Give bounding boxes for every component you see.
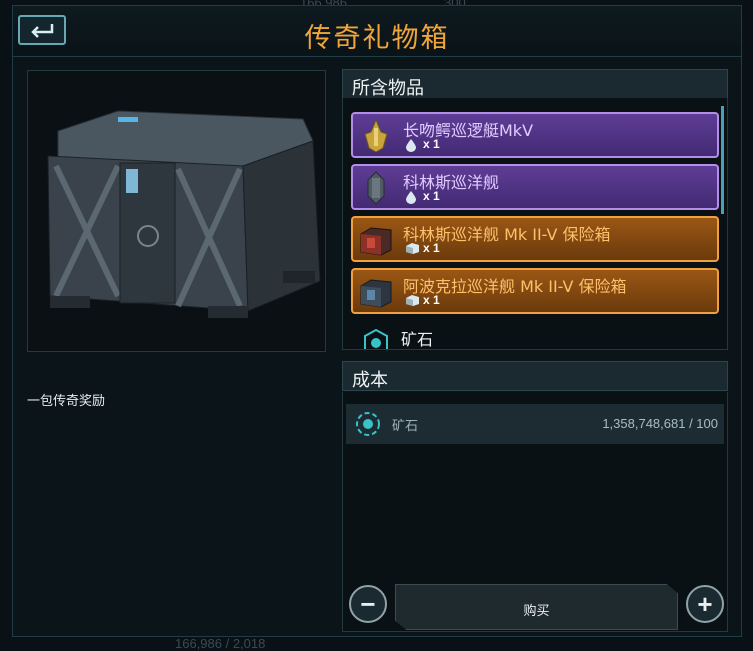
contents-header-label: 所含物品 — [352, 78, 424, 99]
cost-resource-label: 矿石 — [392, 419, 419, 434]
item-qty: x 1 — [423, 293, 440, 307]
list-item[interactable]: 科林斯巡洋舰 x 1 — [351, 164, 719, 210]
title-bar: 传奇礼物箱 — [13, 6, 741, 57]
cost-resource-value: 1,358,748,681 / 100 — [602, 416, 718, 431]
droplet-icon — [406, 139, 416, 152]
item-name: 矿石 — [401, 330, 434, 349]
increase-button[interactable]: + — [686, 585, 724, 623]
gift-crate-image — [47, 110, 321, 318]
item-qty: x 1 — [423, 189, 440, 203]
item-name: 科林斯巡洋舰 — [403, 173, 500, 192]
buy-button[interactable]: 购买 — [395, 584, 678, 630]
cost-header: 成本 — [342, 361, 728, 391]
list-item[interactable]: 科林斯巡洋舰 Mk II-V 保险箱 x 1 — [351, 216, 719, 262]
red-crate-icon — [360, 227, 392, 256]
droplet-icon — [406, 191, 416, 204]
cost-row: 矿石 1,358,748,681 / 100 — [346, 404, 724, 444]
minus-icon: − — [360, 589, 376, 619]
background-value-bottom: 166,986 / 2,018 — [175, 636, 266, 651]
contents-header: 所含物品 — [342, 69, 728, 99]
decrease-button[interactable]: − — [349, 585, 387, 623]
contents-scrollbar[interactable] — [721, 106, 724, 214]
contents-list[interactable]: 长吻鳄巡逻艇MkV x 1 科林斯巡洋舰 x 1 科林斯巡洋舰 Mk II-V … — [342, 98, 728, 350]
dialog-title: 传奇礼物箱 — [304, 23, 450, 54]
crate-icon — [406, 243, 419, 254]
plus-icon: + — [697, 589, 713, 619]
cost-header-label: 成本 — [352, 370, 388, 391]
item-qty: x 1 — [423, 137, 440, 151]
crate-icon — [406, 295, 419, 306]
item-qty: x 1 — [423, 241, 440, 255]
gift-box-dialog: 传奇礼物箱 一包传奇奖励 所含物品 长吻鳄巡逻艇MkV x 1 科林斯巡洋舰 x… — [12, 5, 742, 637]
item-description: 一包传奇奖励 — [27, 394, 106, 409]
list-item[interactable]: 长吻鳄巡逻艇MkV x 1 — [351, 112, 719, 158]
cruiser-ship-icon — [367, 171, 385, 205]
ore-icon — [364, 328, 388, 349]
list-item[interactable]: 阿波克拉巡洋舰 Mk II-V 保险箱 x 1 — [351, 268, 719, 314]
frigate-ship-icon — [364, 118, 388, 153]
item-image-panel — [27, 70, 326, 352]
buy-button-label: 购买 — [523, 604, 550, 619]
ore-icon — [356, 412, 380, 436]
blue-crate-icon — [360, 279, 392, 308]
list-item[interactable]: 矿石 — [351, 322, 719, 349]
